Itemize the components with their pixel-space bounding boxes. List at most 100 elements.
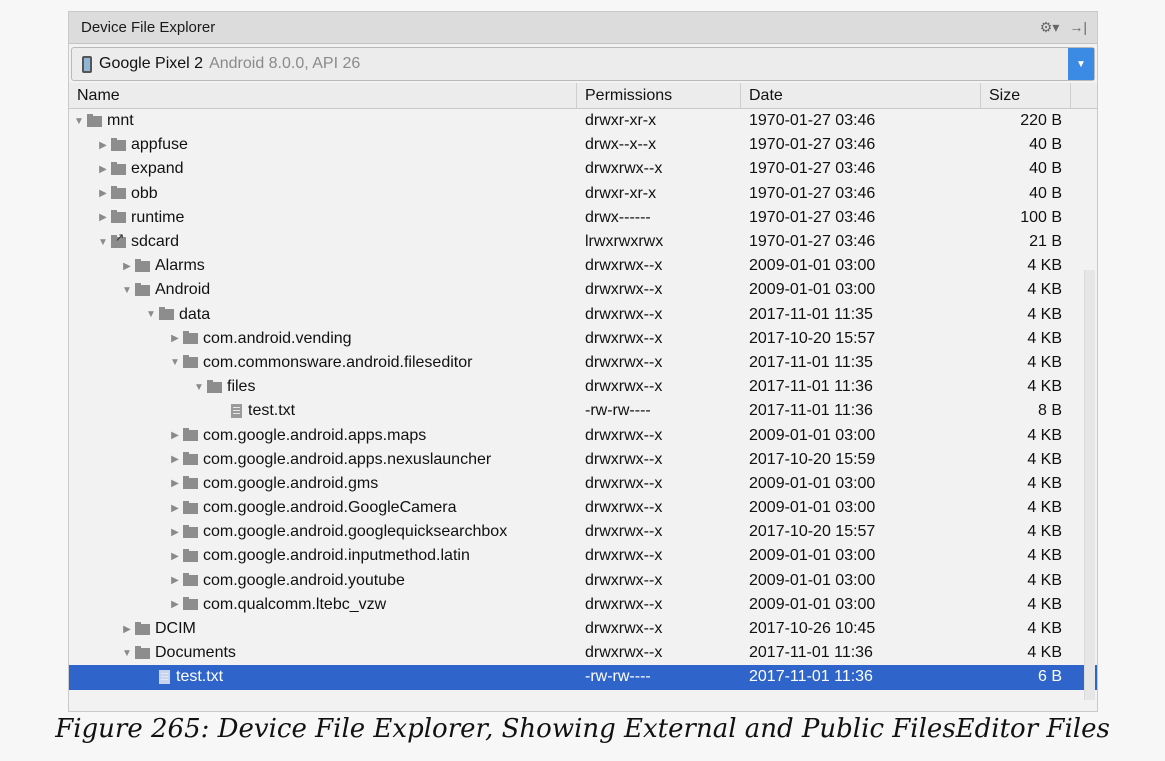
- folder-icon: [183, 331, 198, 345]
- gear-icon[interactable]: ⚙▾: [1040, 19, 1060, 36]
- file-name: files: [227, 378, 256, 396]
- name-cell: ▶ com.qualcomm.ltebc_vzw: [69, 596, 577, 614]
- file-name: obb: [131, 184, 158, 202]
- file-name: com.android.vending: [203, 329, 352, 347]
- date-cell: 2017-11-01 11:35: [749, 353, 873, 371]
- name-cell: ▶ com.google.android.gms: [69, 475, 577, 493]
- name-cell: ▶ obb: [69, 185, 577, 203]
- permissions-cell: drwxrwx--x: [585, 620, 663, 638]
- file-name: Android: [155, 281, 211, 299]
- folder-icon: [183, 355, 198, 369]
- expanded-arrow-icon[interactable]: ▼: [167, 357, 183, 368]
- date-cell: 2009-01-01 03:00: [749, 595, 876, 613]
- table-row[interactable]: ▶ Alarms drwxrwx--x 2009-01-01 03:00 4 KB: [69, 254, 1097, 278]
- device-selector[interactable]: Google Pixel 2 Android 8.0.0, API 26 ▼: [71, 47, 1095, 81]
- collapsed-arrow-icon[interactable]: ▶: [167, 575, 183, 586]
- column-header-permissions[interactable]: Permissions: [577, 83, 741, 108]
- permissions-cell: drwxrwx--x: [585, 329, 663, 347]
- size-cell: 8 B: [1037, 402, 1062, 420]
- size-cell: 6 B: [1037, 668, 1062, 686]
- name-cell: ▼ Documents: [69, 644, 577, 662]
- collapsed-arrow-icon[interactable]: ▶: [167, 599, 183, 610]
- table-row[interactable]: test.txt -rw-rw---- 2017-11-01 11:36 6 B: [69, 665, 1097, 690]
- table-row[interactable]: ▼ Documents drwxrwx--x 2017-11-01 11:36 4 KB: [69, 641, 1097, 665]
- collapsed-arrow-icon[interactable]: ▶: [167, 333, 183, 344]
- column-header-date[interactable]: Date: [741, 83, 981, 108]
- table-row[interactable]: ▶ expand drwxrwx--x 1970-01-27 03:46 40 B: [69, 157, 1097, 181]
- chevron-down-icon[interactable]: ▼: [1068, 48, 1094, 80]
- collapsed-arrow-icon[interactable]: ▶: [95, 164, 111, 175]
- size-cell: 21 B: [1029, 233, 1062, 251]
- collapsed-arrow-icon[interactable]: ▶: [167, 551, 183, 562]
- hide-panel-icon[interactable]: →|: [1069, 19, 1087, 36]
- table-row[interactable]: ▶ runtime drwx------ 1970-01-27 03:46 100 B: [69, 206, 1097, 230]
- folder-icon: [111, 210, 126, 224]
- table-row[interactable]: ▶ com.android.vending drwxrwx--x 2017-10-20…: [69, 327, 1097, 351]
- date-cell: 2009-01-01 03:00: [749, 547, 876, 565]
- size-cell: 4 KB: [1027, 305, 1062, 323]
- table-row[interactable]: ▶ com.google.android.youtube drwxrwx--x 200…: [69, 569, 1097, 593]
- permissions-cell: drwxr-xr-x: [585, 112, 657, 130]
- table-row[interactable]: ▶ appfuse drwx--x--x 1970-01-27 03:46 40 B: [69, 133, 1097, 157]
- table-row[interactable]: ▶ com.google.android.googlequicksearchbox…: [69, 520, 1097, 544]
- permissions-cell: drwxrwx--x: [585, 644, 663, 662]
- expanded-arrow-icon[interactable]: ▼: [119, 285, 135, 296]
- table-row[interactable]: ▶ obb drwxr-xr-x 1970-01-27 03:46 40 B: [69, 182, 1097, 206]
- date-cell: 2009-01-01 03:00: [749, 571, 876, 589]
- expanded-arrow-icon[interactable]: ▼: [119, 648, 135, 659]
- table-row[interactable]: test.txt -rw-rw---- 2017-11-01 11:36 8 B: [69, 399, 1097, 423]
- date-cell: 2017-10-20 15:57: [749, 329, 876, 347]
- symlink-folder-icon: [111, 233, 126, 248]
- table-row[interactable]: ▼ sdcard lrwxrwxrwx 1970-01-27 03:46 21 B: [69, 230, 1097, 254]
- collapsed-arrow-icon[interactable]: ▶: [95, 212, 111, 223]
- expanded-arrow-icon[interactable]: ▼: [191, 382, 207, 393]
- date-cell: 2017-10-20 15:57: [749, 523, 876, 541]
- column-header-name[interactable]: Name: [69, 83, 577, 108]
- file-name: Alarms: [155, 257, 205, 275]
- size-cell: 4 KB: [1027, 571, 1062, 589]
- collapsed-arrow-icon[interactable]: ▶: [167, 503, 183, 514]
- table-row[interactable]: ▶ com.google.android.apps.nexuslauncher dr…: [69, 448, 1097, 472]
- table-row[interactable]: ▼ data drwxrwx--x 2017-11-01 11:35 4 KB: [69, 303, 1097, 327]
- table-row[interactable]: ▶ com.google.android.GoogleCamera drwxrwx-…: [69, 496, 1097, 520]
- expanded-arrow-icon[interactable]: ▼: [143, 309, 159, 320]
- file-name: com.google.android.apps.nexuslauncher: [203, 450, 492, 468]
- folder-icon: [183, 573, 198, 587]
- vertical-scrollbar[interactable]: [1084, 270, 1095, 700]
- device-file-explorer-panel: Device File Explorer ⚙▾ →| Google Pixel …: [68, 11, 1098, 712]
- name-cell: ▼ files: [69, 378, 577, 396]
- table-row[interactable]: ▶ DCIM drwxrwx--x 2017-10-26 10:45 4 KB: [69, 617, 1097, 641]
- permissions-cell: drwxrwx--x: [585, 426, 663, 444]
- table-row[interactable]: ▶ com.qualcomm.ltebc_vzw drwxrwx--x 2009-01…: [69, 593, 1097, 617]
- permissions-cell: drwxrwx--x: [585, 353, 663, 371]
- collapsed-arrow-icon[interactable]: ▶: [95, 140, 111, 151]
- table-row[interactable]: ▶ com.google.android.apps.maps drwxrwx--x 2…: [69, 423, 1097, 447]
- collapsed-arrow-icon[interactable]: ▶: [119, 261, 135, 272]
- collapsed-arrow-icon[interactable]: ▶: [119, 624, 135, 635]
- table-row[interactable]: ▼ com.commonsware.android.fileseditor drwx…: [69, 351, 1097, 375]
- expanded-arrow-icon[interactable]: ▼: [71, 116, 87, 127]
- table-row[interactable]: ▼ files drwxrwx--x 2017-11-01 11:36 4 KB: [69, 375, 1097, 399]
- size-cell: 4 KB: [1027, 281, 1062, 299]
- date-cell: 1970-01-27 03:46: [749, 112, 876, 130]
- file-name: sdcard: [131, 233, 180, 251]
- column-header-size[interactable]: Size: [981, 83, 1071, 108]
- file-name: com.google.android.gms: [203, 474, 379, 492]
- device-version: Android 8.0.0, API 26: [209, 55, 361, 72]
- expanded-arrow-icon[interactable]: ▼: [95, 237, 111, 248]
- permissions-cell: drwxrwx--x: [585, 281, 663, 299]
- collapsed-arrow-icon[interactable]: ▶: [167, 430, 183, 441]
- table-row[interactable]: ▶ com.google.android.inputmethod.latin drw…: [69, 544, 1097, 568]
- collapsed-arrow-icon[interactable]: ▶: [167, 454, 183, 465]
- permissions-cell: -rw-rw----: [585, 402, 651, 420]
- table-row[interactable]: ▼ Android drwxrwx--x 2009-01-01 03:00 4 KB: [69, 278, 1097, 302]
- table-row[interactable]: ▼ mnt drwxr-xr-x 1970-01-27 03:46 220 B: [69, 109, 1097, 133]
- table-row[interactable]: ▶ com.google.android.gms drwxrwx--x 2009-01…: [69, 472, 1097, 496]
- folder-icon: [183, 597, 198, 611]
- collapsed-arrow-icon[interactable]: ▶: [167, 478, 183, 489]
- file-name: Documents: [155, 644, 236, 662]
- date-cell: 2009-01-01 03:00: [749, 281, 876, 299]
- file-name: runtime: [131, 208, 185, 226]
- collapsed-arrow-icon[interactable]: ▶: [95, 188, 111, 199]
- collapsed-arrow-icon[interactable]: ▶: [167, 527, 183, 538]
